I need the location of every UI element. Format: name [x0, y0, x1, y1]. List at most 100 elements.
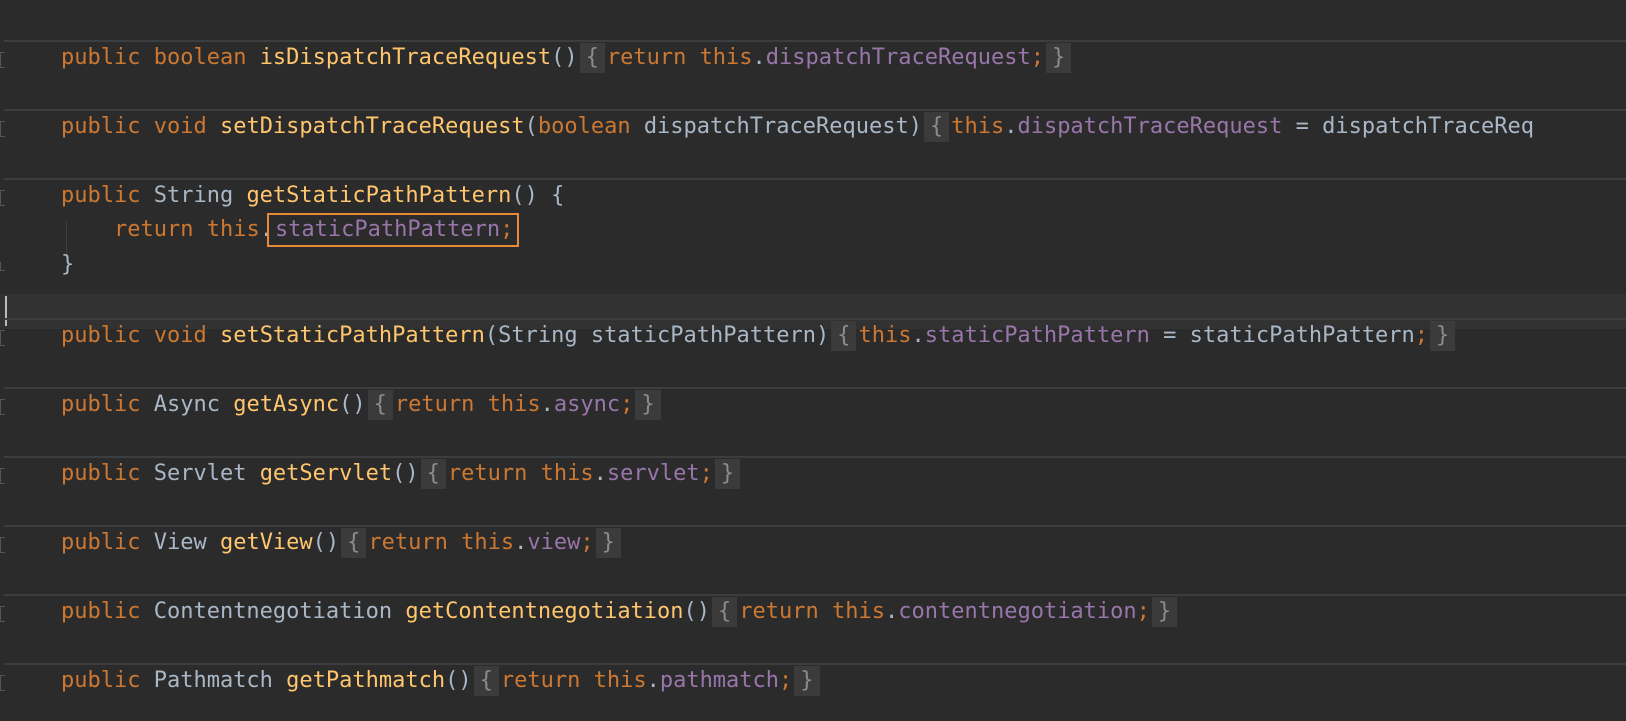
fold-marker-icon[interactable] [0, 330, 5, 346]
code-token: Async [153, 392, 234, 417]
fold-marker-icon[interactable] [0, 52, 5, 68]
code-token: public [61, 45, 154, 70]
code-line[interactable]: public Contentnegotiation getContentnego… [61, 594, 1179, 630]
code-token: view [527, 530, 581, 555]
code-token: public [61, 668, 154, 693]
folded-code-placeholder[interactable]: } [635, 390, 661, 420]
folded-code-placeholder[interactable]: { [923, 112, 950, 142]
code-token: ; [779, 668, 793, 693]
code-token: () [683, 599, 711, 624]
code-token: } [61, 252, 75, 277]
code-token: this [951, 114, 1005, 139]
code-token: this [699, 45, 753, 70]
code-token: public [61, 530, 154, 555]
code-token: . [911, 323, 925, 348]
code-token: getPathmatch [286, 668, 446, 693]
code-token: isDispatchTraceRequest [259, 45, 552, 70]
code-token: String [153, 183, 247, 208]
code-token: setDispatchTraceRequest [219, 114, 525, 139]
code-token: = staticPathPattern [1149, 323, 1415, 348]
folded-code-placeholder[interactable]: } [714, 459, 741, 489]
fold-marker-icon[interactable] [0, 537, 5, 553]
folded-code-placeholder[interactable]: } [1430, 321, 1456, 351]
code-line[interactable]: public String getStaticPathPattern() { [61, 178, 564, 214]
code-token: boolean [153, 45, 260, 70]
folded-code-placeholder[interactable]: } [794, 666, 820, 696]
code-token: public [61, 599, 154, 624]
fold-end-marker-icon[interactable] [0, 262, 5, 271]
fold-marker-icon[interactable] [0, 121, 5, 137]
code-line[interactable]: public void setDispatchTraceRequest(bool… [61, 109, 1534, 145]
code-token: () [551, 45, 578, 70]
code-token: () [339, 392, 366, 417]
folded-code-placeholder[interactable]: { [420, 459, 446, 489]
code-token: getStaticPathPattern [246, 183, 512, 208]
folded-code-placeholder[interactable]: { [579, 43, 605, 73]
code-token: servlet [606, 461, 700, 486]
fold-marker-icon[interactable] [0, 468, 5, 484]
code-token: Servlet [153, 461, 260, 486]
code-line[interactable]: return this.staticPathPattern; [61, 212, 520, 248]
folded-code-placeholder[interactable]: } [1045, 43, 1072, 73]
code-token: setStaticPathPattern [219, 323, 485, 348]
code-token: ; [699, 461, 713, 486]
code-token: async [553, 392, 621, 417]
code-token: this [540, 461, 594, 486]
code-token: void [153, 323, 220, 348]
code-token: . [885, 599, 899, 624]
fold-marker-icon[interactable] [0, 606, 5, 622]
code-token: . [593, 461, 607, 486]
code-token: return [500, 668, 594, 693]
code-token: . [646, 668, 660, 693]
code-line[interactable]: public View getView(){return this.view;} [61, 525, 623, 561]
code-token: this [593, 668, 647, 693]
code-token: () [445, 668, 472, 693]
code-token: () [392, 461, 419, 486]
code-token: () [312, 530, 340, 555]
code-token: contentnegotiation [898, 599, 1137, 624]
folded-code-placeholder[interactable]: } [1151, 597, 1178, 627]
fold-marker-icon[interactable] [0, 190, 5, 206]
code-line[interactable]: public Async getAsync(){return this.asyn… [61, 387, 663, 423]
code-token: ; [1414, 323, 1429, 348]
code-token: return [368, 530, 462, 555]
code-token: public [61, 461, 154, 486]
code-token: this [206, 217, 260, 242]
code-line[interactable]: public Servlet getServlet(){return this.… [61, 456, 742, 492]
fold-marker-icon[interactable] [0, 399, 5, 415]
code-token: . [540, 392, 554, 417]
code-token: return [739, 599, 833, 624]
folded-code-placeholder[interactable]: { [473, 666, 499, 696]
code-token: = dispatchTraceReq [1282, 114, 1535, 139]
code-token: ( [524, 114, 538, 139]
code-token: . [514, 530, 528, 555]
code-token: public [61, 392, 154, 417]
code-token: this [487, 392, 541, 417]
code-editor[interactable]: public boolean isDispatchTraceRequest(){… [0, 0, 1626, 721]
folded-code-placeholder[interactable]: { [712, 597, 738, 627]
code-token: staticPathPattern [274, 217, 501, 242]
code-token: () { [511, 183, 565, 208]
code-token: getServlet [259, 461, 393, 486]
fold-marker-icon[interactable] [0, 675, 5, 691]
folded-code-placeholder[interactable]: } [595, 528, 621, 558]
code-token: getAsync [233, 392, 340, 417]
code-line[interactable]: } [61, 247, 74, 283]
code-line[interactable]: public void setStaticPathPattern(String … [61, 318, 1457, 354]
code-token: return [61, 217, 207, 242]
folded-code-placeholder[interactable]: { [831, 321, 857, 351]
code-token: public [61, 323, 154, 348]
code-token: getContentnegotiation [405, 599, 684, 624]
code-token: getView [219, 530, 313, 555]
code-token: this [461, 530, 515, 555]
code-line[interactable]: public Pathmatch getPathmatch(){return t… [61, 663, 822, 699]
code-token: this [858, 323, 912, 348]
code-token: boolean [537, 114, 644, 139]
folded-code-placeholder[interactable]: { [341, 528, 367, 558]
code-token: View [153, 530, 220, 555]
code-line[interactable]: public boolean isDispatchTraceRequest(){… [61, 40, 1073, 76]
code-token: ; [1136, 599, 1150, 624]
code-token: return [447, 461, 541, 486]
folded-code-placeholder[interactable]: { [367, 390, 393, 420]
code-token: this [832, 599, 885, 624]
